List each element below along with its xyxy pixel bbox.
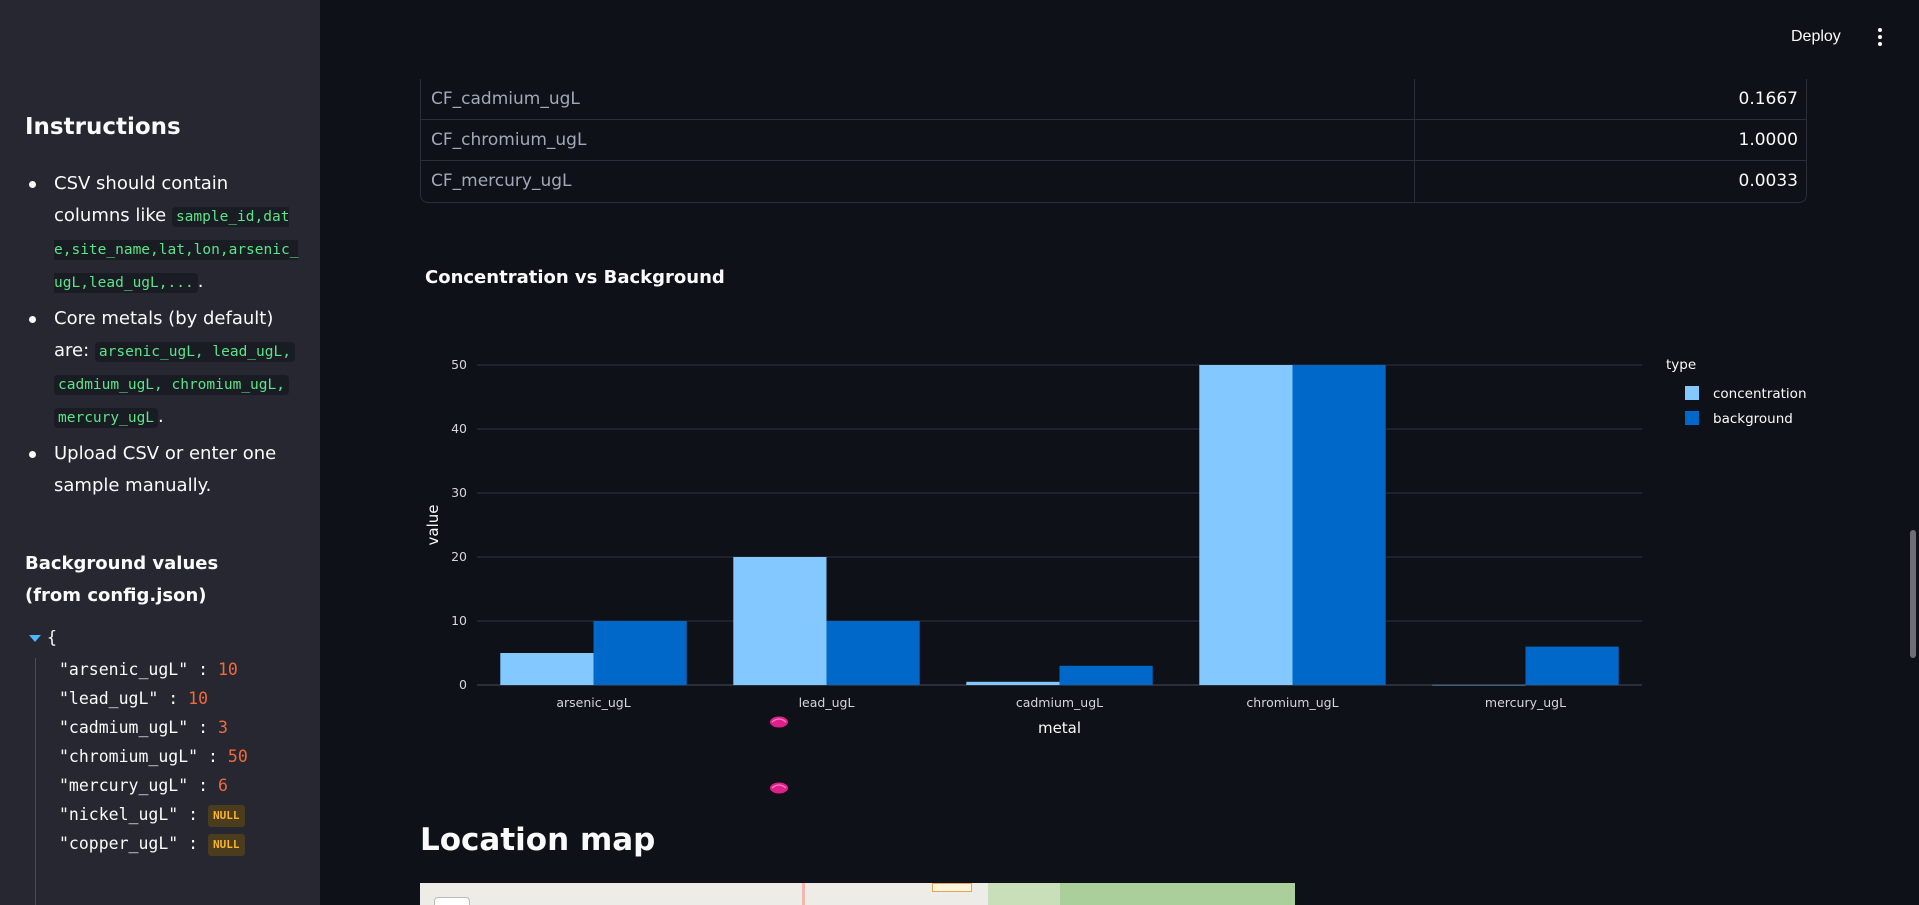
y-tick-labels: 0 10 20 30 40 50 (451, 357, 467, 692)
x-tick-label: mercury_ugL (1485, 695, 1566, 710)
row-value: 0.0033 (1738, 171, 1798, 191)
bar-background[interactable] (1525, 646, 1619, 685)
json-null-badge: NULL (208, 833, 245, 856)
json-entry: "cadmium_ugL" : 3 (59, 718, 228, 737)
map-point-marker-icon (770, 716, 788, 728)
chart-legend[interactable]: type concentration background (1666, 357, 1807, 427)
json-indent-guide (35, 658, 36, 905)
x-tick-label: arsenic_ugL (556, 695, 630, 710)
y-tick-label: 30 (451, 485, 467, 500)
json-entry: "mercury_ugL" : 6 (59, 776, 228, 795)
json-key: "arsenic_ugL" (59, 660, 189, 679)
highway-shield-icon (932, 883, 972, 892)
legend-swatch (1685, 411, 1699, 425)
instruction-end: . (158, 406, 164, 427)
metals-code-1: arsenic_ugL, lead_ugL, (94, 342, 295, 362)
instruction-item-columns: CSV should contain columns like sample_i… (25, 168, 300, 299)
json-value: 6 (217, 776, 228, 795)
y-tick-label: 40 (451, 421, 467, 436)
json-value: 50 (227, 747, 248, 766)
bar-concentration[interactable] (500, 653, 594, 685)
legend-item[interactable]: background (1713, 411, 1793, 427)
json-entry: "arsenic_ugL" : 10 (59, 660, 238, 679)
legend-item[interactable]: concentration (1713, 386, 1807, 402)
legend-swatch (1685, 386, 1699, 400)
map-section-title: Location map (420, 822, 656, 858)
json-key: "copper_ugL" (59, 834, 179, 853)
table-row: CF_chromium_ugL 1.0000 (421, 120, 1806, 161)
json-key: "cadmium_ugL" (59, 718, 189, 737)
instructions-title: Instructions (25, 114, 181, 140)
json-value: 10 (217, 660, 238, 679)
row-value: 0.1667 (1738, 89, 1798, 109)
x-tick-label: lead_ugL (799, 695, 855, 710)
bar-background[interactable] (826, 621, 920, 685)
json-value: 3 (217, 718, 228, 737)
legend-title: type (1666, 357, 1696, 373)
map-park (1060, 883, 1295, 905)
collapse-caret-icon[interactable] (29, 635, 41, 642)
json-key: "chromium_ugL" (59, 747, 199, 766)
y-tick-label: 20 (451, 549, 467, 564)
x-tick-label: cadmium_ugL (1016, 695, 1103, 710)
y-tick-label: 10 (451, 613, 467, 628)
bar-concentration[interactable] (1432, 684, 1526, 686)
x-axis-title: metal (1038, 719, 1081, 737)
bar-background[interactable] (1059, 665, 1153, 685)
json-key: "nickel_ugL" (59, 805, 179, 824)
bar-concentration[interactable] (1199, 365, 1293, 685)
chart-title: Concentration vs Background (425, 267, 725, 288)
deploy-button[interactable]: Deploy (1783, 24, 1849, 50)
json-open-brace: { (47, 628, 57, 647)
metals-code-2: cadmium_ugL, chromium_ugL, (54, 375, 289, 395)
bar-background[interactable] (1292, 365, 1386, 685)
metals-code-3: mercury_ugL (54, 408, 159, 428)
page-scrollbar[interactable] (1910, 530, 1916, 658)
json-entry: "chromium_ugL" : 50 (59, 747, 248, 766)
json-key: "lead_ugL" (59, 689, 159, 708)
background-values-title: Background values (from config.json) (25, 553, 219, 606)
row-name: CF_chromium_ugL (431, 130, 587, 150)
chart-bars (500, 365, 1619, 686)
instruction-item-upload: Upload CSV or enter one sample manually. (25, 438, 300, 502)
bar-background[interactable] (593, 621, 687, 685)
x-tick-label: chromium_ugL (1246, 695, 1338, 710)
json-key: "mercury_ugL" (59, 776, 189, 795)
sidebar: Instructions CSV should contain columns … (0, 0, 320, 905)
y-tick-label: 50 (451, 357, 467, 372)
table-row: CF_cadmium_ugL 0.1667 (421, 79, 1806, 120)
instruction-item-metals: Core metals (by default) are: arsenic_ug… (25, 303, 300, 434)
instruction-end: . (197, 271, 204, 292)
row-name: CF_mercury_ugL (431, 171, 572, 191)
y-tick-label: 0 (459, 677, 467, 692)
bar-concentration[interactable] (733, 557, 827, 685)
y-axis-title: value (424, 505, 442, 546)
bar-chart[interactable]: arsenic_ugL lead_ugL cadmium_ugL chromium_u… (420, 290, 1820, 760)
map-park (988, 883, 1060, 905)
map-point-marker-icon (770, 782, 788, 794)
json-entry: "copper_ugL" : NULL (59, 832, 245, 856)
x-tick-labels: arsenic_ugL lead_ugL cadmium_ugL chromium_u… (556, 695, 1566, 710)
json-value: 10 (188, 689, 209, 708)
row-value: 1.0000 (1738, 130, 1798, 150)
map-road (802, 883, 805, 905)
location-map[interactable] (420, 883, 1295, 905)
table-row: CF_mercury_ugL 0.0033 (421, 161, 1806, 202)
main-menu-icon[interactable] (1872, 26, 1888, 48)
map-zoom-control[interactable] (434, 897, 470, 905)
json-entry: "lead_ugL" : 10 (59, 689, 209, 708)
row-name: CF_cadmium_ugL (431, 89, 580, 109)
bar-concentration[interactable] (966, 681, 1060, 685)
cf-table: CF_cadmium_ugL 0.1667 CF_chromium_ugL 1.… (420, 79, 1807, 203)
json-entry: "nickel_ugL" : NULL (59, 803, 245, 827)
instruction-text: Upload CSV or enter one sample manually. (54, 443, 277, 496)
instructions-list: CSV should contain columns like sample_i… (25, 168, 300, 506)
json-null-badge: NULL (208, 804, 245, 827)
